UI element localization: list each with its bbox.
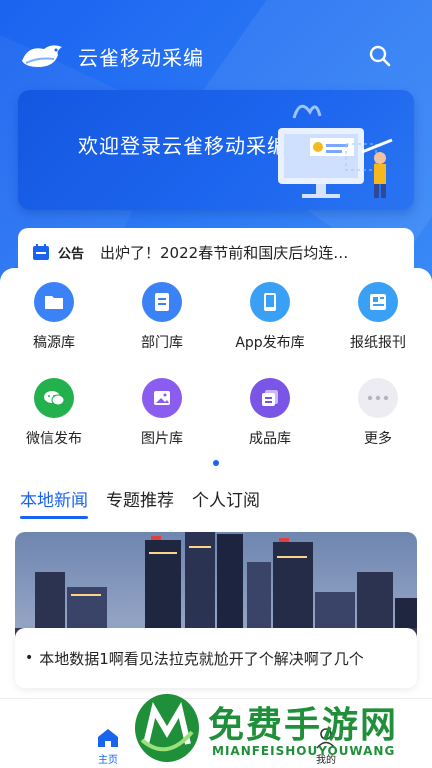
grid-item-more[interactable]: 更多 [324,378,432,460]
tab-featured[interactable]: 专题推荐 [106,478,174,511]
app-header: 云雀移动采编 [0,36,432,76]
notice-text[interactable]: 出炉了！2022春节前和国庆后均连… [100,242,380,263]
banner-text: 欢迎登录云雀移动采编 [78,134,288,158]
news-tabs: 本地新闻 专题推荐 个人订阅 [0,478,432,522]
grid-item-images[interactable]: 图片库 [108,378,216,460]
grid-item-wechat[interactable]: 微信发布 [0,378,108,460]
nav-home[interactable]: 主页 [88,727,128,766]
watermark-logo-icon [135,694,199,762]
grid-label: 成品库 [249,431,291,447]
calendar-icon [33,244,49,260]
welcome-banner[interactable]: 欢迎登录云雀移动采编 [18,90,414,210]
grid-label: App发布库 [235,335,305,351]
more-icon [358,378,398,418]
bullet: • [25,650,34,666]
function-grid: 稿源库 部门库 App发布库 报纸报刊 微信发布 图片库 成品库 更多 [0,268,432,478]
newspaper-icon [358,282,398,322]
grid-label: 图片库 [141,431,183,447]
image-icon [142,378,182,418]
computer-illustration-icon [278,104,393,198]
search-icon[interactable] [368,44,392,68]
city-skyline-image [15,532,417,642]
home-icon [98,729,118,747]
wechat-icon [34,378,74,418]
news-title-card[interactable]: • 本地数据1啊看见法拉克就尬开了个解决啊了几个 [15,628,417,688]
grid-label: 微信发布 [26,431,82,447]
grid-label: 报纸报刊 [350,335,406,351]
nav-home-label: 主页 [98,755,118,766]
tab-local-news[interactable]: 本地新闻 [20,478,88,519]
bird-logo-icon [22,45,62,67]
grid-item-finished[interactable]: 成品库 [216,378,324,460]
grid-label: 部门库 [141,335,183,351]
grid-item-app-publish[interactable]: App发布库 [216,282,324,364]
notice-tag: 公告 [58,246,85,262]
watermark-title: 免费手游网 [208,705,399,746]
page-indicator [213,460,219,466]
app-title: 云雀移动采编 [78,45,204,70]
folder-icon [34,282,74,322]
grid-item-department[interactable]: 部门库 [108,282,216,364]
grid-item-source[interactable]: 稿源库 [0,282,108,364]
tab-subscriptions[interactable]: 个人订阅 [192,478,260,511]
news-title[interactable]: 本地数据1啊看见法拉克就尬开了个解决啊了几个 [39,648,364,669]
grid-item-newspaper[interactable]: 报纸报刊 [324,282,432,364]
files-icon [250,378,290,418]
grid-label: 更多 [364,431,392,447]
grid-label: 稿源库 [33,335,75,351]
document-icon [142,282,182,322]
watermark: 免费手游网 MIANFEISHOUYOUWANG [132,692,428,768]
watermark-subtitle: MIANFEISHOUYOUWANG [212,744,396,758]
phone-icon [250,282,290,322]
